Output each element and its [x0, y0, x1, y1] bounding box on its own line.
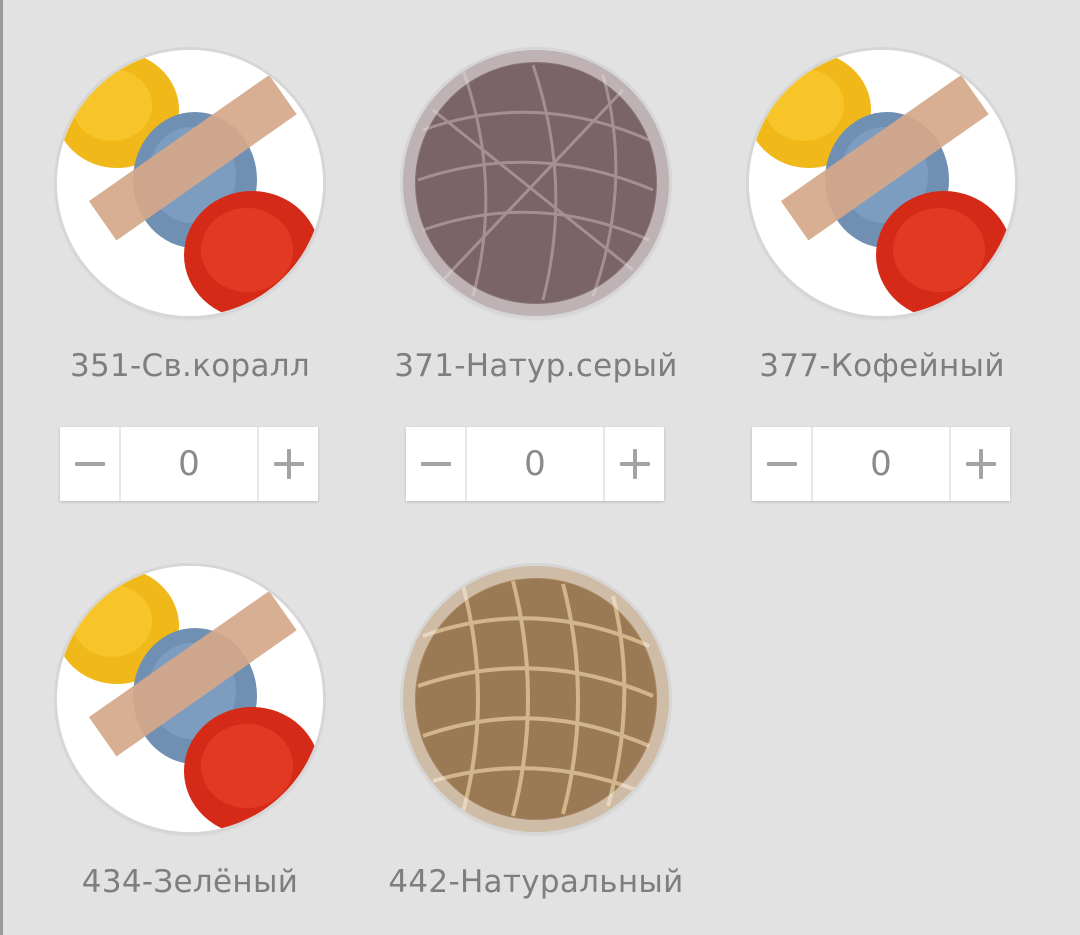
product-label: 371-Натур.серый	[394, 348, 678, 384]
quantity-stepper: 0	[60, 427, 318, 501]
plus-icon	[273, 449, 304, 479]
natural-jute-ball-photo	[403, 566, 669, 832]
increment-button[interactable]	[603, 427, 664, 501]
product-image-multicolor-yarn[interactable]	[57, 50, 323, 316]
plus-icon	[965, 449, 996, 479]
decrement-button[interactable]	[752, 427, 813, 501]
quantity-input[interactable]: 0	[467, 427, 603, 501]
minus-icon	[420, 449, 451, 479]
multicolor-yarn-photo	[749, 50, 1015, 316]
product-label: 377-Кофейный	[759, 348, 1005, 384]
minus-icon	[766, 449, 797, 479]
quantity-input[interactable]: 0	[813, 427, 949, 501]
product-image-natural-jute[interactable]	[403, 566, 669, 832]
multicolor-yarn-photo	[57, 50, 323, 316]
product-image-grey-yarn[interactable]	[403, 50, 669, 316]
minus-icon	[74, 449, 105, 479]
decrement-button[interactable]	[406, 427, 467, 501]
decrement-button[interactable]	[60, 427, 121, 501]
increment-button[interactable]	[257, 427, 318, 501]
multicolor-yarn-photo	[57, 566, 323, 832]
quantity-stepper: 0	[752, 427, 1010, 501]
product-label: 442-Натуральный	[388, 864, 684, 900]
product-label: 434-Зелёный	[81, 864, 299, 900]
product-label: 351-Св.коралл	[69, 348, 311, 384]
product-grid: 351-Св.коралл 0 371-Натур.серый 0 377-Ко…	[0, 0, 1080, 935]
quantity-input[interactable]: 0	[121, 427, 257, 501]
quantity-stepper: 0	[406, 427, 664, 501]
grey-yarn-ball-photo	[403, 50, 669, 316]
increment-button[interactable]	[949, 427, 1010, 501]
product-image-multicolor-yarn[interactable]	[749, 50, 1015, 316]
product-image-multicolor-yarn[interactable]	[57, 566, 323, 832]
plus-icon	[619, 449, 650, 479]
